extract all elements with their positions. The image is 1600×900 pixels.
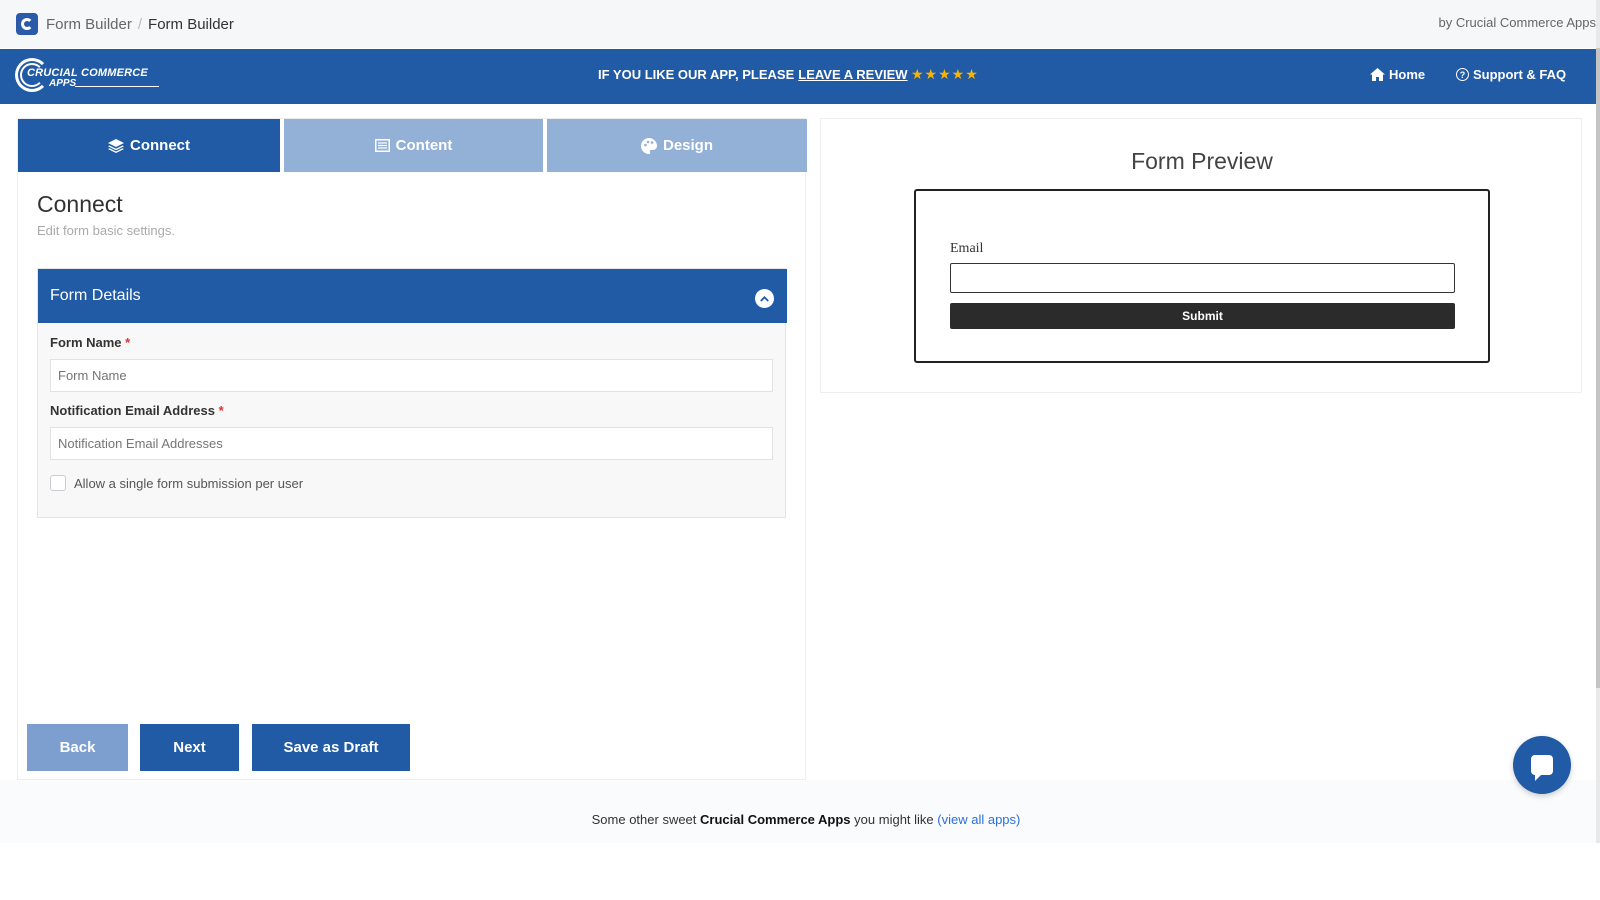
chevron-up-icon[interactable]: [755, 289, 774, 308]
settings-panel: Connect Content Design Connect Edit form…: [17, 118, 807, 780]
footer-apps-promo: Some other sweet Crucial Commerce Apps y…: [0, 812, 1600, 827]
tab-design-label: Design: [662, 137, 713, 154]
tab-connect-label: Connect: [130, 137, 190, 154]
chat-bubble-icon: [1531, 755, 1553, 781]
logo-text-primary: CRUCIAL COMMERCE: [27, 67, 148, 79]
section-title: Connect: [37, 191, 123, 217]
palette-icon: [640, 137, 657, 154]
footer-middle: you might like: [854, 812, 934, 827]
tab-design[interactable]: Design: [547, 119, 807, 172]
review-prompt: IF YOU LIKE OUR APP, PLEASE LEAVE A REVIE…: [598, 67, 908, 82]
page-scrollbar-thumb[interactable]: [1596, 48, 1600, 688]
notification-email-input[interactable]: [50, 427, 773, 460]
notification-email-label: Notification Email Address *: [50, 403, 224, 418]
top-bar: Form Builder / Form Builder by Crucial C…: [0, 0, 1600, 48]
layers-icon: [108, 138, 124, 153]
crucial-commerce-logo[interactable]: CRUCIAL COMMERCE APPS: [15, 58, 159, 94]
question-circle-icon: ?: [1456, 68, 1469, 81]
form-name-label-text: Form Name: [50, 335, 122, 350]
review-text: IF YOU LIKE OUR APP, PLEASE: [598, 67, 795, 82]
header-banner: CRUCIAL COMMERCE APPS IF YOU LIKE OUR AP…: [0, 49, 1596, 104]
footer-prefix: Some other sweet: [591, 812, 697, 827]
single-submission-checkbox[interactable]: [50, 475, 66, 491]
breadcrumb-separator: /: [137, 15, 143, 33]
required-mark: *: [218, 403, 224, 418]
single-submission-option[interactable]: Allow a single form submission per user: [50, 475, 303, 491]
by-line: by Crucial Commerce Apps: [1438, 15, 1597, 30]
nav-home-label: Home: [1389, 67, 1426, 82]
next-button[interactable]: Next: [140, 724, 239, 771]
form-details-header[interactable]: Form Details: [38, 269, 787, 323]
required-mark: *: [125, 335, 131, 350]
tab-content-label: Content: [395, 137, 453, 154]
preview-email-label: Email: [950, 241, 984, 256]
form-name-input[interactable]: [50, 359, 773, 392]
nav-support-link[interactable]: ? Support & FAQ: [1456, 67, 1566, 82]
leave-review-link[interactable]: LEAVE A REVIEW: [798, 67, 907, 82]
back-button[interactable]: Back: [27, 724, 128, 771]
chat-button[interactable]: [1513, 736, 1571, 794]
form-details-card: Form Details Form Name * Notification Em…: [37, 268, 787, 518]
form-preview-title: Form Preview: [1131, 148, 1273, 174]
form-preview-panel: Form Preview Email Submit: [820, 118, 1582, 393]
home-icon: [1370, 68, 1385, 81]
breadcrumb-current: Form Builder: [148, 15, 234, 33]
form-preview-frame: Email Submit: [914, 189, 1490, 363]
nav-support-label: Support & FAQ: [1473, 67, 1567, 82]
footer-brand: Crucial Commerce Apps: [700, 812, 851, 827]
nav-home-link[interactable]: Home: [1370, 67, 1425, 82]
form-name-label: Form Name *: [50, 335, 130, 350]
step-tabs: Connect Content Design: [18, 119, 807, 172]
single-submission-label: Allow a single form submission per user: [74, 475, 304, 491]
notification-email-label-text: Notification Email Address: [50, 403, 215, 418]
save-as-draft-button[interactable]: Save as Draft: [252, 724, 410, 771]
logo-underline: [75, 86, 159, 87]
preview-email-input[interactable]: [950, 263, 1455, 293]
logo-text-secondary: APPS: [49, 78, 77, 89]
app-logo-icon: [16, 13, 38, 35]
breadcrumb-parent[interactable]: Form Builder: [46, 16, 132, 33]
view-all-apps-link[interactable]: (view all apps): [937, 812, 1020, 827]
tab-connect[interactable]: Connect: [18, 119, 280, 172]
section-subtitle: Edit form basic settings.: [37, 223, 175, 238]
tab-content[interactable]: Content: [284, 119, 543, 172]
rating-stars-icon[interactable]: ★★★★★: [911, 66, 979, 83]
form-details-title: Form Details: [50, 287, 141, 304]
list-icon: [374, 139, 390, 152]
preview-submit-button[interactable]: Submit: [950, 303, 1455, 329]
